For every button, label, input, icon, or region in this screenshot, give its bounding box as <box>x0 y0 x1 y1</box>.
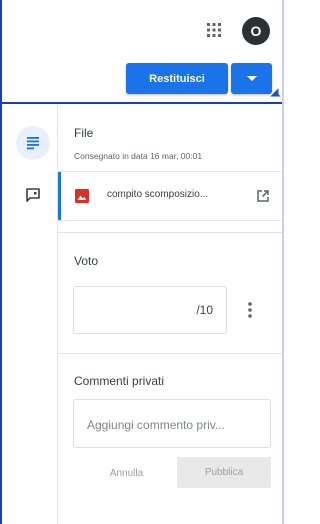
return-button[interactable]: Restituisci <box>126 63 228 94</box>
open-in-new-icon[interactable] <box>256 189 270 203</box>
top-bar: O Restituisci <box>2 0 282 104</box>
side-rail <box>2 104 58 524</box>
comments-section-title: Commenti privati <box>74 374 165 388</box>
grade-input[interactable]: /10 <box>73 286 227 334</box>
image-file-icon <box>75 189 89 203</box>
caret-down-icon <box>246 75 257 81</box>
tab-comments[interactable] <box>16 178 50 212</box>
avatar[interactable]: O <box>242 17 270 45</box>
tab-files[interactable] <box>16 126 50 160</box>
comment-feedback-icon <box>26 188 40 202</box>
submitted-date: Consegnato in data 16 mar, 00:01 <box>74 151 203 161</box>
attachment-selected-indicator <box>58 172 61 220</box>
notes-icon <box>27 137 39 150</box>
grade-denominator: /10 <box>196 303 213 317</box>
attachment-item[interactable]: compito scomposizio... <box>58 171 282 221</box>
cancel-button[interactable]: Annulla <box>99 458 154 488</box>
mouse-pointer-icon <box>267 85 284 98</box>
divider <box>58 232 282 233</box>
grade-section-title: Voto <box>74 254 99 268</box>
divider <box>58 353 282 354</box>
private-comment-field[interactable]: Aggiungi commento priv... <box>73 399 271 448</box>
grid-apps-icon[interactable] <box>205 21 223 39</box>
comment-placeholder: Aggiungi commento priv... <box>87 418 225 432</box>
publish-button[interactable]: Pubblica <box>177 457 271 488</box>
more-vert-icon[interactable] <box>244 300 256 320</box>
submission-panel: File Consegnato in data 16 mar, 00:01 co… <box>58 104 282 524</box>
return-options-button[interactable] <box>231 63 272 94</box>
attachment-name[interactable]: compito scomposizio... <box>107 189 242 200</box>
file-section-title: File <box>74 126 94 140</box>
